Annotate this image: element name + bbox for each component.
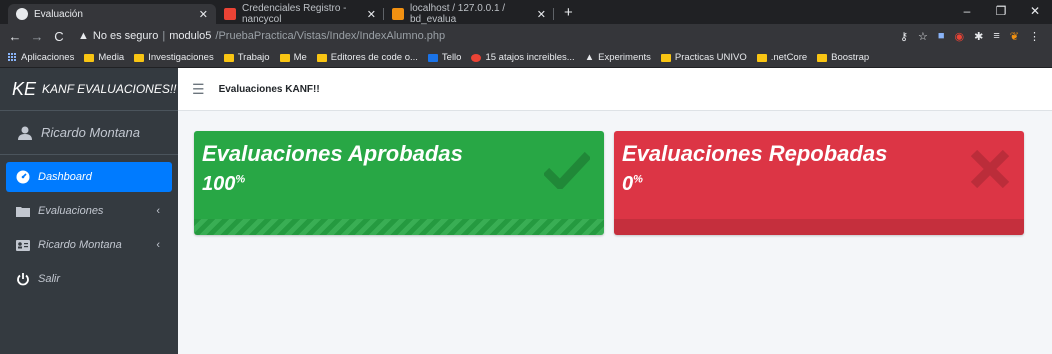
- card-footer: [194, 219, 604, 235]
- tab-phpmyadmin[interactable]: localhost / 127.0.0.1 / bd_evalua ✕: [384, 3, 554, 25]
- bookmark-tello[interactable]: Tello: [427, 52, 461, 63]
- brand-name: KANF EVALUACIONES!!: [42, 82, 177, 96]
- globe-icon: [16, 8, 28, 20]
- folder-icon: [316, 53, 327, 62]
- puzzle-icon[interactable]: ✱: [974, 30, 983, 43]
- approved-card: Evaluaciones Aprobadas 100%: [194, 131, 604, 235]
- apps-grid-icon: [8, 53, 17, 62]
- sidebar: KE KANF EVALUACIONES!! Ricardo Montana D…: [0, 68, 178, 354]
- card-value: 0%: [622, 173, 643, 195]
- maximize-icon[interactable]: ❐: [984, 0, 1018, 24]
- card-value: 100%: [202, 173, 246, 195]
- check-icon: [544, 151, 590, 189]
- bookmark-boostrap[interactable]: Boostrap: [817, 52, 869, 63]
- tab-credenciales[interactable]: Credenciales Registro - nancycol ✕: [216, 3, 384, 25]
- card-footer: [614, 219, 1024, 235]
- tello-icon: [427, 53, 438, 62]
- close-window-icon[interactable]: ✕: [1018, 0, 1052, 24]
- main-content: ☰ Evaluaciones KANF!! Evaluaciones Aprob…: [178, 68, 1052, 354]
- warning-icon: ▲: [78, 30, 89, 42]
- sidebar-item-label: Salir: [38, 273, 61, 285]
- tab-label: localhost / 127.0.0.1 / bd_evalua: [410, 3, 506, 25]
- opera-icon[interactable]: ◉: [955, 30, 965, 43]
- gmail-icon: [224, 8, 236, 20]
- user-icon: [18, 126, 32, 140]
- bookmark-atajos[interactable]: 15 atajos increibles...: [471, 52, 575, 63]
- close-tab-icon[interactable]: ✕: [537, 8, 546, 21]
- failed-card: Evaluaciones Repobadas 0%: [614, 131, 1024, 235]
- page-title: Evaluaciones KANF!!: [218, 83, 320, 95]
- bookmark-trabajo[interactable]: Trabajo: [223, 52, 270, 63]
- tab-evaluacion[interactable]: Evaluación ✕: [8, 4, 216, 24]
- bookmark-investigaciones[interactable]: Investigaciones: [134, 52, 214, 63]
- url-path: /PruebaPractica/Vistas/Index/IndexAlumno…: [215, 30, 446, 42]
- top-navbar: ☰ Evaluaciones KANF!!: [178, 68, 1052, 111]
- sidebar-menu: Dashboard Evaluaciones ‹ Ricardo Montana…: [0, 155, 178, 305]
- sidebar-item-dashboard[interactable]: Dashboard: [6, 162, 172, 192]
- card-title: Evaluaciones Aprobadas: [202, 141, 463, 166]
- folder-icon: [134, 53, 145, 62]
- extensions: ⚷ ☆ ■ ◉ ✱ ≡ ❦ ⋮: [900, 30, 1046, 43]
- bookmark-media[interactable]: Media: [84, 52, 124, 63]
- brand-logo: KE: [12, 78, 37, 99]
- translate-icon[interactable]: ■: [938, 30, 945, 42]
- folder-icon: [279, 53, 290, 62]
- close-tab-icon[interactable]: ✕: [199, 8, 208, 21]
- id-card-icon: [16, 239, 30, 251]
- sidebar-item-label: Evaluaciones: [38, 205, 104, 217]
- bookmark-me[interactable]: Me: [279, 52, 307, 63]
- x-icon: [970, 149, 1010, 189]
- bookmark-apps[interactable]: Aplicaciones: [8, 52, 74, 63]
- folder-icon: [756, 53, 767, 62]
- minimize-icon[interactable]: –: [950, 0, 984, 24]
- key-icon[interactable]: ⚷: [900, 30, 908, 43]
- menu-toggle-icon[interactable]: ☰: [192, 81, 205, 98]
- bookmark-practicas[interactable]: Practicas UNIVO: [660, 52, 747, 63]
- dashboard-cards: Evaluaciones Aprobadas 100% Evaluaciones…: [178, 111, 1052, 255]
- sidebar-item-salir[interactable]: Salir: [6, 264, 172, 294]
- close-tab-icon[interactable]: ✕: [367, 8, 376, 21]
- window-controls: – ❐ ✕: [950, 0, 1052, 24]
- flask-icon: ▲: [584, 52, 595, 63]
- more-icon[interactable]: ⋮: [1029, 30, 1040, 43]
- bookmarks-bar: Aplicaciones Media Investigaciones Traba…: [0, 48, 1052, 68]
- bookmark-experiments[interactable]: ▲ Experiments: [585, 52, 651, 63]
- back-icon[interactable]: ←: [6, 29, 24, 44]
- security-label: No es seguro: [92, 30, 159, 42]
- bookmark-netcore[interactable]: .netCore: [756, 52, 807, 63]
- chevron-left-icon: ‹: [156, 239, 160, 251]
- folder-icon: [84, 53, 95, 62]
- folder-icon: [16, 206, 30, 217]
- folder-icon: [660, 53, 671, 62]
- profile-icon[interactable]: ❦: [1010, 30, 1019, 43]
- reload-icon[interactable]: C: [50, 29, 68, 44]
- power-icon: [17, 273, 29, 286]
- card-title: Evaluaciones Repobadas: [622, 141, 888, 166]
- new-tab-button[interactable]: +: [554, 4, 583, 24]
- forward-icon[interactable]: →: [28, 29, 46, 44]
- bookmark-editores[interactable]: Editores de code o...: [316, 52, 418, 63]
- folder-icon: [817, 53, 828, 62]
- address-bar[interactable]: ▲ No es seguro | modulo5/PruebaPractica/…: [72, 27, 896, 45]
- url-host: modulo5: [169, 30, 212, 42]
- dashboard-icon: [16, 170, 30, 184]
- app: KE KANF EVALUACIONES!! Ricardo Montana D…: [0, 68, 1052, 354]
- brand-link[interactable]: KE KANF EVALUACIONES!!: [0, 68, 178, 111]
- reading-list-icon[interactable]: ≡: [993, 30, 999, 42]
- sidebar-item-evaluaciones[interactable]: Evaluaciones ‹: [6, 196, 172, 226]
- sidebar-item-profile[interactable]: Ricardo Montana ‹: [6, 230, 172, 260]
- user-name: Ricardo Montana: [41, 125, 140, 140]
- star-icon[interactable]: ☆: [918, 30, 928, 43]
- tab-label: Credenciales Registro - nancycol: [242, 3, 347, 25]
- user-panel[interactable]: Ricardo Montana: [0, 111, 178, 155]
- browser-toolbar: ← → C ▲ No es seguro | modulo5/PruebaPra…: [0, 24, 1052, 48]
- sidebar-item-label: Dashboard: [38, 171, 92, 183]
- browser-tab-bar: Evaluación ✕ Credenciales Registro - nan…: [0, 0, 1052, 25]
- folder-icon: [223, 53, 234, 62]
- youtube-icon: [471, 53, 482, 62]
- phpmyadmin-icon: [392, 8, 404, 20]
- tab-label: Evaluación: [34, 8, 83, 20]
- sidebar-item-label: Ricardo Montana: [38, 239, 122, 251]
- chevron-left-icon: ‹: [156, 205, 160, 217]
